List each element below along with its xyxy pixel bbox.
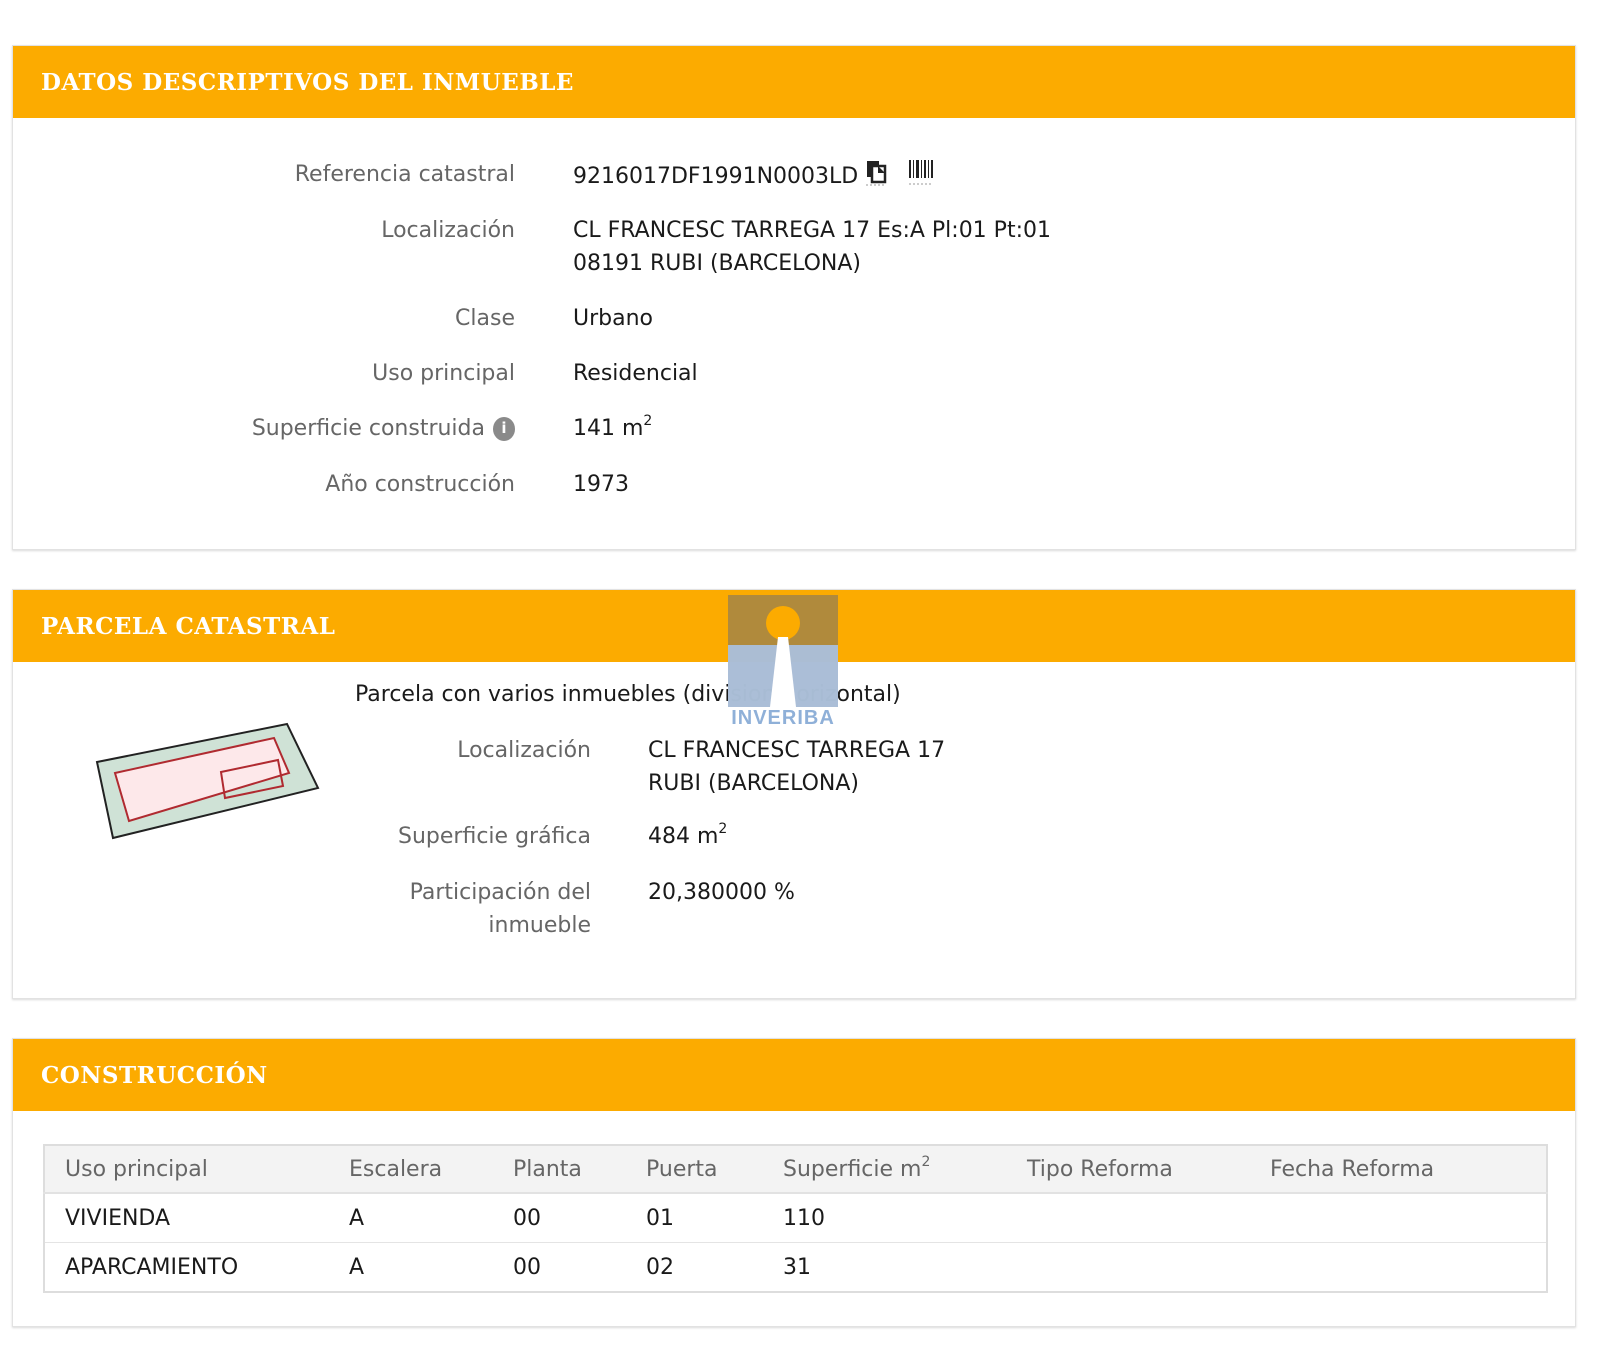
col-superficie: Superficie m (783, 1156, 922, 1182)
participacion-label-line1: Participación del (409, 880, 591, 905)
cell-planta: 00 (493, 1193, 626, 1243)
superficie-grafica-value: 484 m (648, 824, 719, 849)
cell-tipo-reforma (1007, 1193, 1250, 1243)
parcela-subtitle: Parcela con varios inmuebles (division h… (355, 682, 901, 707)
parcela-localizacion-line2: RUBI (BARCELONA) (648, 771, 860, 796)
col-superficie-sup: 2 (921, 1153, 931, 1170)
cell-tipo-reforma (1007, 1243, 1250, 1293)
cell-fecha-reforma (1250, 1193, 1547, 1243)
superficie-grafica-unit-sup: 2 (718, 821, 728, 837)
superficie-construida-value: 141 m (573, 416, 644, 441)
cell-superficie: 110 (763, 1193, 1007, 1243)
info-icon[interactable]: i (493, 417, 515, 441)
cell-fecha-reforma (1250, 1243, 1547, 1293)
referencia-label: Referencia catastral (294, 162, 515, 187)
participacion-value: 20,380000 % (648, 880, 795, 905)
parcela-localizacion-value: CL FRANCESC TARREGA 17 RUBI (BARCELONA) (648, 734, 945, 800)
localizacion-value: CL FRANCESC TARREGA 17 Es:A Pl:01 Pt:01 … (573, 214, 1051, 280)
superficie-grafica-value-row: 484 m2 (648, 820, 727, 853)
clase-label: Clase (455, 306, 515, 331)
parcela-catastral-header: PARCELA CATASTRAL (13, 590, 1575, 662)
cell-planta: 00 (513, 1254, 541, 1280)
cell-puerta: 02 (646, 1254, 674, 1280)
col-puerta: Puerta (626, 1145, 763, 1194)
col-tipo-reforma: Tipo Reforma (1007, 1145, 1250, 1194)
cell-superficie: 31 (783, 1254, 811, 1280)
parcela-localizacion-label: Localización (457, 738, 591, 763)
parcela-catastral-panel: PARCELA CATASTRAL Parcela con varios inm… (12, 589, 1576, 999)
anio-construccion-label: Año construcción (325, 472, 515, 497)
uso-principal-label: Uso principal (372, 361, 515, 386)
anio-construccion-value: 1973 (573, 472, 629, 497)
superficie-construida-label: Superficie construida (251, 416, 485, 441)
barcode-icon[interactable] (908, 158, 934, 196)
cell-escalera: A (349, 1254, 365, 1280)
col-planta: Planta (493, 1145, 626, 1194)
construccion-header: CONSTRUCCIÓN (13, 1039, 1575, 1111)
localizacion-line1: CL FRANCESC TARREGA 17 Es:A Pl:01 Pt:01 (573, 218, 1051, 243)
copy-icon[interactable] (864, 158, 888, 196)
table-row: VIVIENDA A 00 01 110 (44, 1193, 1547, 1243)
participacion-label-line2: inmueble (488, 913, 591, 938)
superficie-grafica-label: Superficie gráfica (398, 824, 591, 849)
localizacion-label: Localización (381, 218, 515, 243)
col-superficie-row: Superficie m2 (763, 1145, 1007, 1194)
datos-descriptivos-panel: DATOS DESCRIPTIVOS DEL INMUEBLE Referenc… (12, 45, 1576, 550)
col-fecha-reforma: Fecha Reforma (1250, 1145, 1547, 1194)
participacion-label: Participación del inmueble (13, 876, 591, 942)
datos-descriptivos-header: DATOS DESCRIPTIVOS DEL INMUEBLE (13, 46, 1575, 118)
cell-uso: APARCAMIENTO (65, 1254, 239, 1280)
cell-puerta: 01 (626, 1193, 763, 1243)
table-row: APARCAMIENTO A 00 02 31 (44, 1243, 1547, 1293)
construccion-table: Uso principal Escalera Planta Puerta Sup… (43, 1144, 1548, 1293)
superficie-construida-unit-sup: 2 (643, 413, 653, 429)
cell-uso: VIVIENDA (44, 1193, 329, 1243)
localizacion-line2: 08191 RUBI (BARCELONA) (573, 251, 861, 276)
col-uso-principal: Uso principal (44, 1145, 329, 1194)
col-escalera: Escalera (329, 1145, 493, 1194)
parcela-localizacion-line1: CL FRANCESC TARREGA 17 (648, 738, 946, 763)
clase-value: Urbano (573, 306, 653, 331)
uso-principal-value: Residencial (573, 361, 698, 386)
referencia-value[interactable]: 9216017DF1991N0003LD (573, 164, 858, 189)
cell-escalera: A (329, 1193, 493, 1243)
superficie-construida-label-row: Superficie construida i (13, 412, 515, 445)
table-header-row: Uso principal Escalera Planta Puerta Sup… (44, 1145, 1547, 1194)
construccion-panel: CONSTRUCCIÓN Uso principal Escalera Plan… (12, 1038, 1576, 1327)
referencia-value-row: 9216017DF1991N0003LD (573, 158, 934, 196)
superficie-construida-value-row: 141 m2 (573, 412, 652, 445)
